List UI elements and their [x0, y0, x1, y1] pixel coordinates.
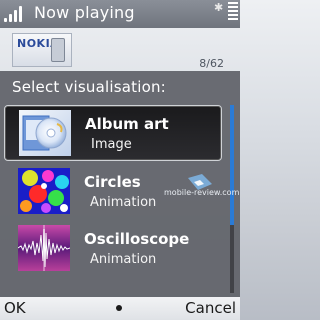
circles-icon: [18, 168, 70, 214]
list-item-album-art[interactable]: Album art Image: [4, 105, 222, 161]
screen-title: Now playing: [34, 3, 135, 22]
item-subtitle: Animation: [90, 195, 157, 210]
item-title: Oscilloscope: [84, 230, 190, 248]
middle-softkey-dot-icon[interactable]: [116, 305, 122, 311]
item-title: Circles: [84, 173, 141, 191]
bluetooth-icon: ✱: [214, 1, 224, 14]
signal-icon: [4, 6, 26, 22]
now-playing-album-art: NOKIA: [12, 33, 72, 67]
item-subtitle: Image: [91, 137, 132, 152]
track-counter: 8/62: [199, 57, 224, 70]
dialog-title: Select visualisation:: [12, 78, 166, 96]
oscilloscope-icon: [18, 225, 70, 271]
battery-icon: [226, 2, 238, 20]
ok-softkey[interactable]: OK: [4, 299, 26, 317]
phone-icon: [51, 38, 65, 62]
album-art-icon: [19, 110, 71, 156]
item-subtitle: Animation: [90, 252, 157, 267]
watermark-text: mobile-review.com: [164, 188, 240, 197]
list-item-oscilloscope[interactable]: Oscilloscope Animation: [4, 221, 222, 277]
cancel-softkey[interactable]: Cancel: [185, 299, 236, 317]
item-title: Album art: [85, 115, 169, 133]
status-bar: Now playing ✱: [0, 0, 240, 28]
softkey-bar: OK Cancel: [0, 297, 240, 320]
